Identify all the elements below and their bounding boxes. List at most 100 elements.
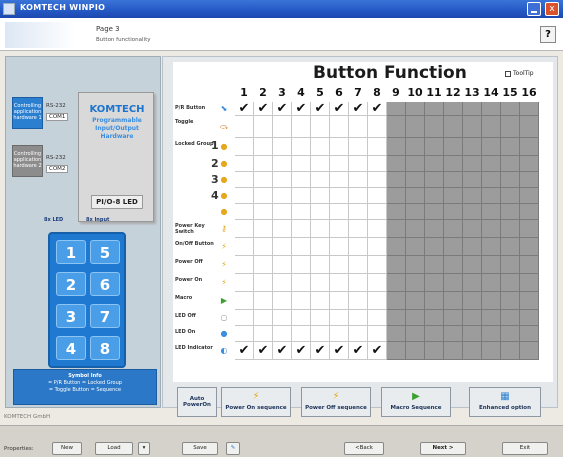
grid-cell[interactable] <box>349 256 368 274</box>
grid-cell[interactable]: ✔ <box>235 102 254 116</box>
key-8[interactable]: 8 <box>90 336 120 360</box>
grid-cell[interactable] <box>254 116 273 138</box>
grid-cell[interactable] <box>311 204 330 220</box>
enhanced-option-button[interactable]: ▦ Enhanced option <box>469 387 541 417</box>
key-3[interactable]: 3 <box>56 304 86 328</box>
power-off-sequence-button[interactable]: ⚡ Power Off sequence <box>301 387 371 417</box>
grid-cell[interactable] <box>235 238 254 256</box>
grid-cell[interactable] <box>311 310 330 326</box>
grid-cell[interactable] <box>273 188 292 204</box>
grid-cell[interactable] <box>292 310 311 326</box>
grid-cell[interactable] <box>273 292 292 310</box>
save-button[interactable]: Save <box>182 442 218 455</box>
grid-cell[interactable] <box>349 274 368 292</box>
grid-cell[interactable] <box>330 172 349 188</box>
key-2[interactable]: 2 <box>56 272 86 296</box>
grid-cell[interactable] <box>273 172 292 188</box>
grid-cell[interactable] <box>273 326 292 342</box>
grid-cell[interactable] <box>254 204 273 220</box>
grid-cell[interactable] <box>368 256 387 274</box>
exit-button[interactable]: Exit <box>502 442 548 455</box>
grid-cell[interactable] <box>292 204 311 220</box>
grid-cell[interactable] <box>273 256 292 274</box>
grid-cell[interactable] <box>254 310 273 326</box>
grid-cell[interactable] <box>292 116 311 138</box>
grid-cell[interactable] <box>349 220 368 238</box>
grid-cell[interactable] <box>368 292 387 310</box>
grid-cell[interactable] <box>235 204 254 220</box>
grid-cell[interactable]: ✔ <box>349 102 368 116</box>
grid-cell[interactable] <box>254 256 273 274</box>
grid-cell[interactable] <box>349 188 368 204</box>
grid-cell[interactable] <box>311 188 330 204</box>
grid-cell[interactable] <box>273 310 292 326</box>
grid-cell[interactable] <box>235 116 254 138</box>
grid-cell[interactable]: ✔ <box>349 342 368 360</box>
grid-cell[interactable] <box>330 310 349 326</box>
grid-cell[interactable] <box>311 256 330 274</box>
grid-cell[interactable] <box>292 172 311 188</box>
grid-cell[interactable] <box>349 156 368 172</box>
grid-cell[interactable] <box>273 156 292 172</box>
grid-cell[interactable] <box>254 238 273 256</box>
grid-cell[interactable]: ✔ <box>330 102 349 116</box>
grid-cell[interactable] <box>235 326 254 342</box>
grid-cell[interactable]: ✔ <box>292 102 311 116</box>
grid-cell[interactable] <box>368 116 387 138</box>
auto-poweron-button[interactable]: Auto PowerOn <box>177 387 217 417</box>
grid-cell[interactable]: ✔ <box>311 342 330 360</box>
grid-cell[interactable] <box>254 220 273 238</box>
grid-cell[interactable] <box>330 116 349 138</box>
grid-cell[interactable] <box>292 188 311 204</box>
grid-cell[interactable]: ✔ <box>235 342 254 360</box>
checkbox-icon[interactable] <box>505 70 511 77</box>
grid-cell[interactable]: ✔ <box>330 342 349 360</box>
grid-cell[interactable] <box>311 238 330 256</box>
grid-cell[interactable]: ✔ <box>273 342 292 360</box>
grid-cell[interactable] <box>311 172 330 188</box>
grid-cell[interactable] <box>368 220 387 238</box>
grid-cell[interactable] <box>292 326 311 342</box>
grid-cell[interactable] <box>330 138 349 156</box>
grid-cell[interactable] <box>330 326 349 342</box>
key-6[interactable]: 6 <box>90 272 120 296</box>
grid-cell[interactable] <box>254 138 273 156</box>
grid-cell[interactable] <box>349 310 368 326</box>
grid-cell[interactable]: ✔ <box>273 102 292 116</box>
grid-cell[interactable] <box>311 326 330 342</box>
grid-cell[interactable] <box>330 274 349 292</box>
grid-cell[interactable] <box>311 156 330 172</box>
grid-cell[interactable] <box>311 138 330 156</box>
grid-cell[interactable] <box>235 310 254 326</box>
key-5[interactable]: 5 <box>90 240 120 264</box>
grid-cell[interactable]: ✔ <box>368 102 387 116</box>
grid-cell[interactable] <box>349 238 368 256</box>
grid-cell[interactable] <box>330 292 349 310</box>
close-button[interactable]: x <box>545 2 559 16</box>
grid-cell[interactable] <box>368 326 387 342</box>
grid-cell[interactable] <box>368 238 387 256</box>
key-1[interactable]: 1 <box>56 240 86 264</box>
grid-cell[interactable] <box>235 220 254 238</box>
grid-cell[interactable] <box>273 116 292 138</box>
grid-cell[interactable] <box>349 172 368 188</box>
grid-cell[interactable] <box>368 138 387 156</box>
grid-cell[interactable]: ✔ <box>254 342 273 360</box>
grid-cell[interactable] <box>235 188 254 204</box>
grid-cell[interactable] <box>235 172 254 188</box>
grid-cell[interactable] <box>349 138 368 156</box>
macro-sequence-button[interactable]: ▶ Macro Sequence <box>381 387 451 417</box>
grid-cell[interactable] <box>311 274 330 292</box>
load-button[interactable]: Load <box>95 442 133 455</box>
grid-cell[interactable] <box>330 188 349 204</box>
grid-cell[interactable] <box>311 292 330 310</box>
grid-cell[interactable]: ✔ <box>254 102 273 116</box>
grid-cell[interactable] <box>235 292 254 310</box>
grid-cell[interactable] <box>349 116 368 138</box>
grid-cell[interactable] <box>235 138 254 156</box>
grid-cell[interactable] <box>254 156 273 172</box>
grid-cell[interactable] <box>254 292 273 310</box>
grid-cell[interactable] <box>254 188 273 204</box>
grid-cell[interactable] <box>349 292 368 310</box>
grid-cell[interactable] <box>254 274 273 292</box>
